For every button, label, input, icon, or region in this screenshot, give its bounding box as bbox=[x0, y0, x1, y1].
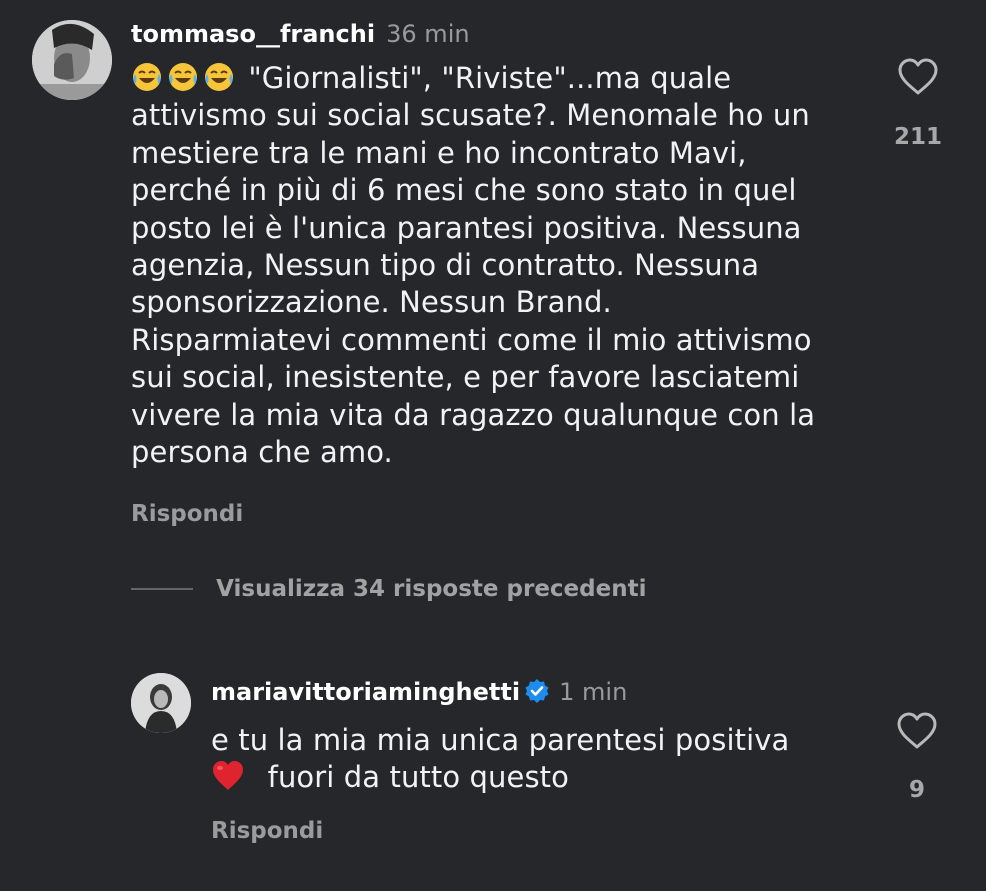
comment-1-text: "Giornalisti", "Riviste"...ma quale atti… bbox=[131, 60, 891, 471]
comment-time: 36 min bbox=[386, 20, 470, 48]
like-button[interactable] bbox=[896, 712, 938, 752]
comment-2-header: mariavittoriaminghetti 1 min bbox=[211, 676, 627, 708]
comment-line: "Giornalisti", "Riviste"...ma quale bbox=[131, 60, 891, 97]
comment-line: sponsorizzazione. Nessun Brand. bbox=[131, 285, 612, 320]
face-with-tears-of-joy-icon bbox=[131, 61, 163, 93]
reply-button[interactable]: Rispondi bbox=[211, 816, 323, 846]
comment-line: fuori da tutto questo bbox=[211, 759, 831, 796]
username[interactable]: mariavittoriaminghetti bbox=[211, 678, 520, 706]
comment-line: posto lei è l'unica parantesi positiva. … bbox=[131, 210, 802, 245]
view-previous-replies[interactable]: Visualizza 34 risposte precedenti bbox=[131, 574, 646, 604]
comment-line: sui social, inesistente, e per favore la… bbox=[131, 360, 800, 395]
like-count: 9 bbox=[908, 777, 925, 803]
comment-2-text: e tu la mia mia unica parentesi positiva… bbox=[211, 722, 831, 797]
divider-line bbox=[131, 588, 193, 590]
verified-badge-icon bbox=[524, 678, 550, 704]
comment-time: 1 min bbox=[559, 678, 628, 706]
username[interactable]: tommaso__franchi bbox=[131, 20, 375, 48]
comment-line: attivismo sui social scusate?. Menomale … bbox=[131, 98, 810, 133]
avatar-mariavittoria[interactable] bbox=[131, 673, 191, 733]
heart-outline-icon bbox=[897, 712, 937, 749]
comment-line: persona che amo. bbox=[131, 435, 393, 470]
avatar-tommaso[interactable] bbox=[32, 20, 112, 100]
comment-line: Risparmiatevi commenti come il mio attiv… bbox=[131, 322, 812, 357]
reply-button[interactable]: Rispondi bbox=[131, 499, 243, 529]
face-with-tears-of-joy-icon bbox=[203, 61, 235, 93]
view-replies-label[interactable]: Visualizza 34 risposte precedenti bbox=[216, 576, 646, 602]
comment-line: perché in più di 6 mesi che sono stato i… bbox=[131, 173, 797, 208]
face-with-tears-of-joy-icon bbox=[167, 61, 199, 93]
comment-1-header: tommaso__franchi 36 min bbox=[131, 18, 470, 50]
comment-1: tommaso__franchi 36 min "Giornalisti", "… bbox=[0, 0, 986, 540]
comment-line: mestiere tra le mani e ho incontrato Mav… bbox=[131, 135, 747, 170]
red-heart-icon bbox=[211, 759, 245, 793]
heart-outline-icon bbox=[898, 58, 938, 95]
comment-line: vivere la mia vita da ragazzo qualunque … bbox=[131, 397, 816, 432]
like-button[interactable] bbox=[897, 58, 939, 98]
comment-line: e tu la mia mia unica parentesi positiva bbox=[211, 723, 790, 757]
like-count: 211 bbox=[893, 124, 942, 150]
comment-2: mariavittoriaminghetti 1 min e tu la mia… bbox=[0, 660, 986, 891]
comment-line: agenzia, Nessun tipo di contratto. Nessu… bbox=[131, 248, 760, 283]
